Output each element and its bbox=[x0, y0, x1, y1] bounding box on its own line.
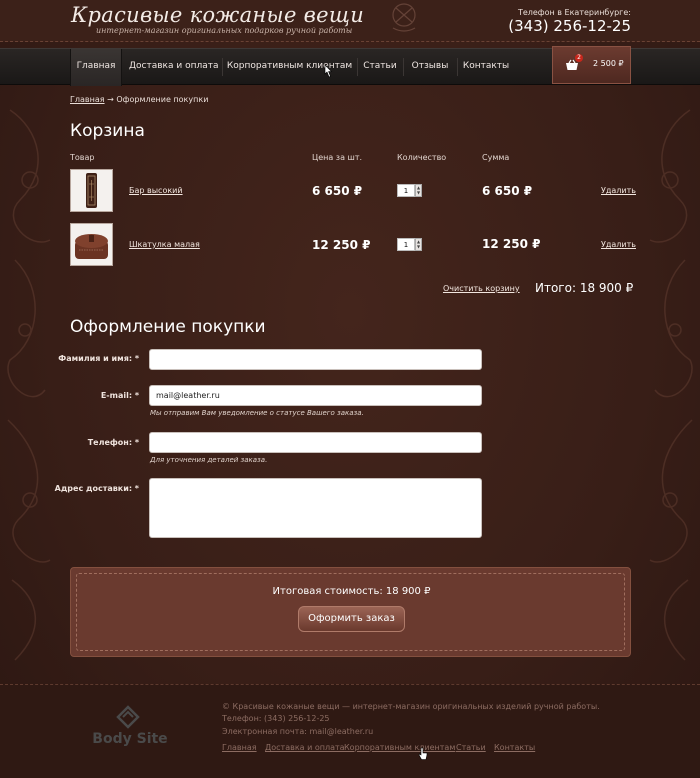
right-ornament-decoration bbox=[649, 109, 693, 661]
column-header-sum: Сумма bbox=[482, 153, 510, 162]
product-price: 6 650 ₽ bbox=[312, 184, 363, 198]
email-field-hint: Мы отправим Вам уведомление о статусе Ва… bbox=[150, 409, 364, 417]
footer-email: Электронная почта: mail@leather.ru bbox=[222, 727, 374, 736]
quantity-input[interactable] bbox=[397, 238, 415, 251]
product-sum: 6 650 ₽ bbox=[482, 184, 533, 198]
nav-separator bbox=[457, 58, 458, 76]
quantity-spin-arrows-icon[interactable]: ▲ ▼ bbox=[415, 184, 422, 197]
nav-item-reviews[interactable]: Отзывы bbox=[407, 49, 453, 86]
column-header-price: Цена за шт. bbox=[312, 153, 363, 162]
emblem-icon bbox=[392, 3, 416, 32]
nav-item-articles[interactable]: Статьи bbox=[361, 49, 399, 86]
phone-label: Телефон в Екатеринбурге: bbox=[517, 8, 631, 17]
address-field[interactable] bbox=[149, 478, 482, 538]
nav-separator bbox=[403, 58, 404, 76]
column-header-quantity: Количество bbox=[397, 153, 447, 162]
checkout-title: Оформление покупки bbox=[70, 317, 266, 337]
breadcrumb-home-link[interactable]: Главная bbox=[70, 95, 105, 104]
nav-separator bbox=[222, 58, 223, 76]
email-field[interactable] bbox=[149, 385, 482, 406]
delete-item-link[interactable]: Удалить bbox=[601, 240, 636, 249]
phone-field-hint: Для уточнения деталей заказа. bbox=[150, 456, 268, 464]
nav-item-corporate[interactable]: Корпоративным клиентам bbox=[226, 49, 353, 86]
site-header: Красивые кожаные вещи интернет-магазин о… bbox=[0, 0, 700, 42]
nav-item-contacts[interactable]: Контакты bbox=[461, 49, 511, 86]
phone-number: (343) 256-12-25 bbox=[508, 17, 631, 35]
site-title[interactable]: Красивые кожаные вещи bbox=[71, 3, 364, 27]
product-name-link[interactable]: Шкатулка малая bbox=[129, 240, 200, 249]
name-field[interactable] bbox=[149, 349, 482, 370]
address-field-label: Адрес доставки: * bbox=[54, 484, 139, 493]
nav-item-home[interactable]: Главная bbox=[70, 49, 122, 86]
footer-logo-text: Body Site bbox=[92, 731, 168, 747]
product-thumbnail[interactable] bbox=[70, 223, 113, 266]
left-ornament-decoration bbox=[7, 109, 51, 661]
product-thumbnail[interactable] bbox=[70, 169, 113, 212]
product-image-box bbox=[75, 234, 108, 259]
product-price: 12 250 ₽ bbox=[312, 238, 371, 252]
footer-link-home[interactable]: Главная bbox=[222, 743, 257, 752]
delete-item-link[interactable]: Удалить bbox=[601, 186, 636, 195]
footer-link-contacts[interactable]: Контакты bbox=[494, 743, 535, 752]
footer-link-articles[interactable]: Статьи bbox=[456, 743, 486, 752]
quantity-spin-arrows-icon[interactable]: ▲ ▼ bbox=[415, 238, 422, 251]
column-header-product: Товар bbox=[70, 153, 95, 162]
mouse-cursor-icon bbox=[324, 64, 333, 78]
quantity-stepper[interactable]: ▲▼ bbox=[397, 238, 424, 251]
quantity-input[interactable] bbox=[397, 184, 415, 197]
clear-cart-link[interactable]: Очистить корзину bbox=[443, 284, 520, 293]
footer-link-delivery[interactable]: Доставка и оплата bbox=[265, 743, 345, 752]
footer-link-corporate[interactable]: Корпоративным клиентам bbox=[344, 743, 455, 752]
quantity-stepper[interactable]: ▲▼ bbox=[397, 184, 424, 197]
page: Красивые кожаные вещи интернет-магазин о… bbox=[0, 0, 700, 778]
breadcrumb-separator: → bbox=[107, 95, 114, 104]
phone-field[interactable] bbox=[149, 432, 482, 453]
name-field-label: Фамилия и имя: * bbox=[58, 354, 139, 363]
order-summary-box: Итоговая стоимость: 18 900 ₽ Оформить за… bbox=[70, 567, 631, 657]
footer-logo[interactable]: Body Site bbox=[90, 703, 170, 753]
site-tagline: интернет-магазин оригинальных подарков р… bbox=[96, 26, 353, 35]
phone-field-label: Телефон: * bbox=[87, 438, 139, 447]
nav-separator bbox=[357, 58, 358, 76]
product-image-bar bbox=[86, 173, 97, 208]
footer-phone: Телефон: (343) 256-12-25 bbox=[222, 714, 330, 723]
breadcrumb: Главная → Оформление покупки bbox=[70, 95, 208, 104]
cart-total: 2 500 ₽ bbox=[593, 59, 624, 68]
order-total-text: Итоговая стоимость: 18 900 ₽ bbox=[272, 586, 431, 597]
footer-copyright: © Красивые кожаные вещи — интернет-магаз… bbox=[222, 702, 600, 711]
breadcrumb-current: Оформление покупки bbox=[116, 95, 209, 104]
cart-button[interactable]: 2 2 500 ₽ bbox=[552, 46, 631, 84]
bodysite-logo-icon bbox=[116, 705, 140, 729]
cart-count-badge: 2 bbox=[575, 54, 583, 62]
place-order-button[interactable]: Оформить заказ bbox=[298, 606, 405, 632]
email-field-label: E-mail: * bbox=[100, 391, 139, 400]
basket-title: Корзина bbox=[70, 121, 145, 141]
product-sum: 12 250 ₽ bbox=[482, 237, 541, 251]
hand-cursor-icon bbox=[418, 747, 428, 760]
cart-grand-total: Итого: 18 900 ₽ bbox=[535, 281, 634, 295]
nav-item-delivery[interactable]: Доставка и оплата bbox=[129, 49, 219, 86]
product-name-link[interactable]: Бар высокий bbox=[129, 186, 183, 195]
